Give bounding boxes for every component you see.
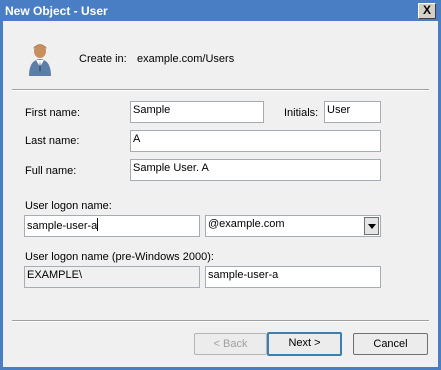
full-name-field[interactable]: Sample User. A bbox=[130, 159, 381, 181]
domain-select[interactable]: @example.com bbox=[205, 215, 381, 237]
logon-name-label: User logon name: bbox=[25, 200, 112, 212]
separator-bottom bbox=[12, 320, 429, 322]
title-bar[interactable]: New Object - User X bbox=[0, 0, 441, 21]
pre2000-domain-field: EXAMPLE\ bbox=[24, 266, 200, 288]
domain-value: @example.com bbox=[208, 218, 285, 230]
separator-top bbox=[12, 89, 429, 91]
full-name-label: Full name: bbox=[25, 165, 77, 177]
logon-name-value: sample-user-a bbox=[27, 220, 98, 232]
chevron-down-icon[interactable] bbox=[364, 217, 379, 235]
window-title: New Object - User bbox=[5, 4, 108, 18]
initials-value: User bbox=[327, 104, 351, 116]
text-caret bbox=[97, 218, 99, 231]
pre2000-domain-value: EXAMPLE\ bbox=[27, 269, 83, 281]
create-in-value: example.com/Users bbox=[137, 53, 235, 65]
full-name-value: Sample User. A bbox=[133, 162, 209, 174]
pre2000-label: User logon name (pre-Windows 2000): bbox=[25, 251, 214, 263]
cancel-button[interactable]: Cancel bbox=[353, 333, 428, 355]
last-name-value: A bbox=[133, 133, 141, 145]
last-name-field[interactable]: A bbox=[130, 130, 381, 152]
first-name-label: First name: bbox=[25, 107, 81, 119]
back-button[interactable]: < Back bbox=[194, 333, 267, 355]
logon-name-field[interactable]: sample-user-a bbox=[24, 215, 200, 237]
last-name-label: Last name: bbox=[25, 135, 80, 147]
dialog-body: Create in: example.com/Users First name:… bbox=[3, 21, 438, 367]
new-object-user-dialog: New Object - User X Create in: example.c… bbox=[0, 0, 441, 370]
initials-field[interactable]: User bbox=[324, 101, 381, 123]
pre2000-logon-field[interactable]: sample-user-a bbox=[205, 266, 381, 288]
first-name-field[interactable]: Sample bbox=[130, 101, 264, 123]
close-button[interactable]: X bbox=[418, 3, 436, 19]
next-button[interactable]: Next > bbox=[267, 332, 342, 356]
pre2000-logon-value: sample-user-a bbox=[208, 269, 279, 281]
first-name-value: Sample bbox=[133, 104, 171, 116]
user-icon bbox=[29, 44, 51, 76]
close-icon: X bbox=[422, 3, 431, 17]
initials-label: Initials: bbox=[284, 107, 319, 119]
create-in-label: Create in: bbox=[79, 53, 127, 65]
